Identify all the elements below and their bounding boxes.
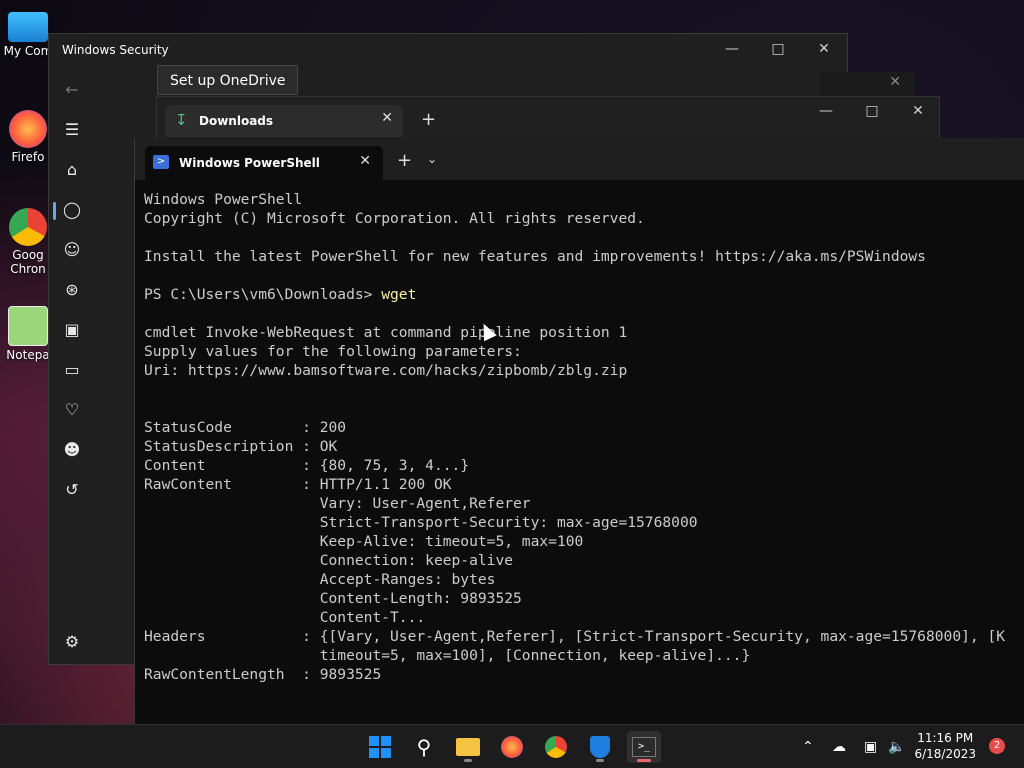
background-window: ✕ — [820, 72, 915, 98]
navigation-rail: ← ☰ ⌂ ◯ ☺ ⊛ ▣ ▭ ♡ ☻ ↺ ⚙ — [49, 74, 135, 664]
powershell-icon: > — [153, 155, 169, 169]
back-arrow-icon[interactable]: ← — [61, 78, 83, 100]
menu-icon[interactable]: ☰ — [61, 118, 83, 140]
firefox-icon — [9, 110, 47, 148]
firefox-button[interactable] — [495, 731, 529, 763]
terminal-line: Content-Length: 9893525 — [144, 590, 522, 607]
taskbar: ⚲ >_ ⌃ ☁ ▣ 🔈 11:16 PM 6/18/2023 2 — [0, 724, 1024, 768]
tab-downloads[interactable]: ↧ Downloads ✕ — [165, 105, 403, 137]
close-icon[interactable]: ✕ — [889, 74, 901, 90]
terminal-tab-bar: > Windows PowerShell ✕ + ⌄ — [135, 138, 1024, 180]
device-icon[interactable]: ▭ — [61, 358, 83, 380]
minimize-button[interactable]: — — [803, 97, 849, 125]
terminal-icon: >_ — [632, 737, 656, 757]
search-button[interactable]: ⚲ — [407, 731, 441, 763]
tab-label: Windows PowerShell — [179, 156, 320, 170]
terminal-line: Headers : {[Vary, User-Agent,Referer], [… — [144, 628, 1006, 645]
tab-windows-powershell[interactable]: > Windows PowerShell ✕ — [145, 146, 383, 180]
shield-icon[interactable]: ◯ — [61, 198, 83, 220]
download-icon: ↧ — [175, 111, 188, 129]
terminal-line: PS C:\Users\vm6\Downloads> wget — [144, 286, 417, 303]
terminal-button[interactable]: >_ — [627, 731, 661, 763]
terminal-line: Content-T... — [144, 609, 426, 626]
running-indicator — [637, 759, 651, 762]
terminal-line: timeout=5, max=100], [Connection, keep-a… — [144, 647, 751, 664]
running-indicator — [464, 759, 472, 762]
terminal-line: Copyright (C) Microsoft Corporation. All… — [144, 210, 645, 227]
terminal-line: Accept-Ranges: bytes — [144, 571, 496, 588]
onedrive-tooltip: Set up OneDrive — [157, 65, 299, 95]
firefox-icon — [501, 736, 523, 758]
terminal-line: Supply values for the following paramete… — [144, 343, 522, 360]
onedrive-icon[interactable]: ☁ — [832, 725, 846, 768]
clock-time: 11:16 PM — [917, 731, 974, 745]
terminal-line: Content : {80, 75, 3, 4...} — [144, 457, 470, 474]
notification-badge[interactable]: 2 — [989, 738, 1005, 754]
close-tab-button[interactable]: ✕ — [359, 153, 371, 169]
close-button[interactable]: ✕ — [895, 97, 941, 125]
windows-security-button[interactable] — [583, 731, 617, 763]
file-explorer-icon — [456, 738, 480, 756]
terminal-output[interactable]: Windows PowerShell Copyright (C) Microsof… — [144, 190, 1024, 720]
file-explorer-button[interactable] — [451, 731, 485, 763]
terminal-line: Keep-Alive: timeout=5, max=100 — [144, 533, 584, 550]
search-icon: ⚲ — [416, 735, 432, 759]
running-indicator — [596, 759, 604, 762]
terminal-line: StatusCode : 200 — [144, 419, 347, 436]
new-tab-button[interactable]: + — [397, 150, 412, 171]
chevron-down-icon[interactable]: ⌄ — [427, 152, 437, 166]
account-icon[interactable]: ☺ — [61, 238, 83, 260]
close-tab-button[interactable]: ✕ — [381, 110, 393, 126]
home-icon[interactable]: ⌂ — [61, 158, 83, 180]
app-browser-icon[interactable]: ▣ — [61, 318, 83, 340]
clock[interactable]: 11:16 PM 6/18/2023 — [914, 730, 976, 762]
terminal-line: Uri: https://www.bamsoftware.com/hacks/z… — [144, 362, 628, 379]
maximize-button[interactable]: □ — [755, 34, 801, 64]
active-indicator — [53, 202, 56, 220]
family-icon[interactable]: ☻ — [61, 438, 83, 460]
wireless-icon[interactable]: ⊛ — [61, 278, 83, 300]
history-icon[interactable]: ↺ — [61, 478, 83, 500]
windows-start-icon — [369, 736, 391, 758]
terminal-line: RawContentLength : 9893525 — [144, 666, 382, 683]
minimize-button[interactable]: — — [709, 34, 755, 64]
typed-command: wget — [381, 286, 417, 303]
clock-date: 6/18/2023 — [914, 747, 976, 761]
close-button[interactable]: ✕ — [801, 34, 847, 64]
chrome-button[interactable] — [539, 731, 573, 763]
network-icon[interactable]: ▣ — [864, 725, 877, 768]
notepad-icon — [8, 306, 48, 346]
maximize-button[interactable]: □ — [849, 97, 895, 125]
terminal-line: StatusDescription : OK — [144, 438, 338, 455]
terminal-line: Connection: keep-alive — [144, 552, 514, 569]
terminal-line: Install the latest PowerShell for new fe… — [144, 248, 926, 265]
terminal-line: RawContent : HTTP/1.1 200 OK — [144, 476, 452, 493]
health-icon[interactable]: ♡ — [61, 398, 83, 420]
start-button[interactable] — [363, 731, 397, 763]
windows-security-icon — [590, 736, 610, 758]
terminal-line: Windows PowerShell — [144, 191, 303, 208]
tab-label: Downloads — [199, 114, 274, 128]
window-title: Windows Security — [62, 43, 169, 57]
settings-icon[interactable]: ⚙ — [61, 630, 83, 652]
volume-icon[interactable]: 🔈 — [888, 725, 905, 768]
terminal-line: cmdlet Invoke-WebRequest at command pipe… — [144, 324, 628, 341]
terminal-window: > Windows PowerShell ✕ + ⌄ Windows Power… — [134, 138, 1024, 724]
chrome-icon — [9, 208, 47, 246]
new-tab-button[interactable]: + — [421, 109, 436, 130]
monitor-icon — [8, 12, 48, 42]
chrome-icon — [545, 736, 567, 758]
terminal-line: Vary: User-Agent,Referer — [144, 495, 531, 512]
show-hidden-icons-button[interactable]: ⌃ — [802, 725, 814, 768]
terminal-line: Strict-Transport-Security: max-age=15768… — [144, 514, 698, 531]
